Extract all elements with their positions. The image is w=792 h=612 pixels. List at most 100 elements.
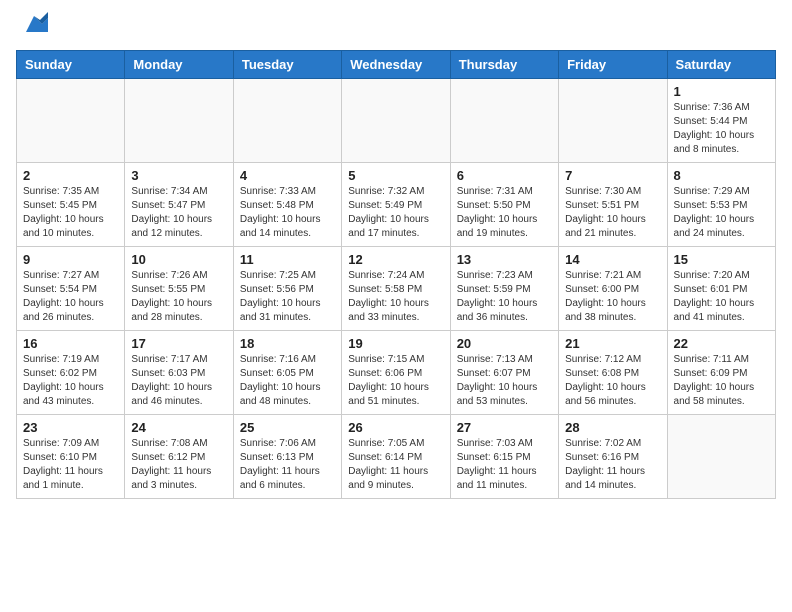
day-info: Sunrise: 7:20 AM Sunset: 6:01 PM Dayligh… — [674, 269, 769, 325]
calendar-day-2: 2Sunrise: 7:35 AM Sunset: 5:45 PM Daylig… — [17, 163, 125, 247]
day-number: 5 — [348, 168, 443, 183]
calendar-week-row: 1 Sunrise: 7:36 AM Sunset: 5:44 PM Daylig… — [17, 79, 776, 163]
calendar-day-18: 18Sunrise: 7:16 AM Sunset: 6:05 PM Dayli… — [233, 331, 341, 415]
day-number: 6 — [457, 168, 552, 183]
day-number: 3 — [131, 168, 226, 183]
weekday-header-wednesday: Wednesday — [342, 51, 450, 79]
day-number: 22 — [674, 336, 769, 351]
logo-icon — [20, 10, 48, 38]
day-number: 26 — [348, 420, 443, 435]
calendar-day-5: 5 Sunrise: 7:32 AM Sunset: 5:49 PM Daylig… — [342, 163, 450, 247]
calendar-week-row: 23 Sunrise: 7:09 AM Sunset: 6:10 PM Dayli… — [17, 415, 776, 499]
day-number: 25 — [240, 420, 335, 435]
day-info: Sunrise: 7:34 AM Sunset: 5:47 PM Dayligh… — [131, 185, 226, 241]
day-info: Sunrise: 7:27 AM Sunset: 5:54 PM Dayligh… — [23, 269, 118, 325]
day-number: 12 — [348, 252, 443, 267]
calendar-day-11: 11 Sunrise: 7:25 AM Sunset: 5:56 PM Dayli… — [233, 247, 341, 331]
day-number: 10 — [131, 252, 226, 267]
calendar-week-row: 2Sunrise: 7:35 AM Sunset: 5:45 PM Daylig… — [17, 163, 776, 247]
calendar-week-row: 9 Sunrise: 7:27 AM Sunset: 5:54 PM Daylig… — [17, 247, 776, 331]
day-number: 15 — [674, 252, 769, 267]
day-number: 28 — [565, 420, 660, 435]
day-info: Sunrise: 7:21 AM Sunset: 6:00 PM Dayligh… — [565, 269, 660, 325]
day-info: Sunrise: 7:19 AM Sunset: 6:02 PM Dayligh… — [23, 353, 118, 409]
day-number: 11 — [240, 252, 335, 267]
day-info: Sunrise: 7:25 AM Sunset: 5:56 PM Dayligh… — [240, 269, 335, 325]
calendar-day-9: 9 Sunrise: 7:27 AM Sunset: 5:54 PM Daylig… — [17, 247, 125, 331]
calendar-day-3: 3 Sunrise: 7:34 AM Sunset: 5:47 PM Daylig… — [125, 163, 233, 247]
calendar-day-20: 20 Sunrise: 7:13 AM Sunset: 6:07 PM Dayli… — [450, 331, 558, 415]
day-number: 24 — [131, 420, 226, 435]
calendar-day-16: 16 Sunrise: 7:19 AM Sunset: 6:02 PM Dayli… — [17, 331, 125, 415]
day-info: Sunrise: 7:09 AM Sunset: 6:10 PM Dayligh… — [23, 437, 118, 493]
calendar-day-1: 1 Sunrise: 7:36 AM Sunset: 5:44 PM Daylig… — [667, 79, 775, 163]
logo — [16, 16, 48, 38]
weekday-header-friday: Friday — [559, 51, 667, 79]
calendar-day-4: 4 Sunrise: 7:33 AM Sunset: 5:48 PM Daylig… — [233, 163, 341, 247]
weekday-header-tuesday: Tuesday — [233, 51, 341, 79]
day-info: Sunrise: 7:06 AM Sunset: 6:13 PM Dayligh… — [240, 437, 335, 493]
calendar-empty-cell — [450, 79, 558, 163]
day-info: Sunrise: 7:16 AM Sunset: 6:05 PM Dayligh… — [240, 353, 335, 409]
day-info: Sunrise: 7:24 AM Sunset: 5:58 PM Dayligh… — [348, 269, 443, 325]
day-number: 8 — [674, 168, 769, 183]
calendar-day-8: 8 Sunrise: 7:29 AM Sunset: 5:53 PM Daylig… — [667, 163, 775, 247]
calendar-empty-cell — [559, 79, 667, 163]
day-info: Sunrise: 7:31 AM Sunset: 5:50 PM Dayligh… — [457, 185, 552, 241]
calendar-day-6: 6 Sunrise: 7:31 AM Sunset: 5:50 PM Daylig… — [450, 163, 558, 247]
day-number: 16 — [23, 336, 118, 351]
day-info: Sunrise: 7:29 AM Sunset: 5:53 PM Dayligh… — [674, 185, 769, 241]
calendar-day-24: 24 Sunrise: 7:08 AM Sunset: 6:12 PM Dayli… — [125, 415, 233, 499]
day-info: Sunrise: 7:33 AM Sunset: 5:48 PM Dayligh… — [240, 185, 335, 241]
day-number: 14 — [565, 252, 660, 267]
day-number: 4 — [240, 168, 335, 183]
weekday-header-row: SundayMondayTuesdayWednesdayThursdayFrid… — [17, 51, 776, 79]
calendar-empty-cell — [17, 79, 125, 163]
weekday-header-thursday: Thursday — [450, 51, 558, 79]
calendar-day-10: 10 Sunrise: 7:26 AM Sunset: 5:55 PM Dayli… — [125, 247, 233, 331]
weekday-header-saturday: Saturday — [667, 51, 775, 79]
calendar-day-21: 21 Sunrise: 7:12 AM Sunset: 6:08 PM Dayli… — [559, 331, 667, 415]
day-number: 7 — [565, 168, 660, 183]
day-info: Sunrise: 7:15 AM Sunset: 6:06 PM Dayligh… — [348, 353, 443, 409]
calendar-day-7: 7 Sunrise: 7:30 AM Sunset: 5:51 PM Daylig… — [559, 163, 667, 247]
weekday-header-sunday: Sunday — [17, 51, 125, 79]
calendar-empty-cell — [125, 79, 233, 163]
day-info: Sunrise: 7:30 AM Sunset: 5:51 PM Dayligh… — [565, 185, 660, 241]
day-info: Sunrise: 7:12 AM Sunset: 6:08 PM Dayligh… — [565, 353, 660, 409]
calendar-day-15: 15 Sunrise: 7:20 AM Sunset: 6:01 PM Dayli… — [667, 247, 775, 331]
calendar-day-13: 13Sunrise: 7:23 AM Sunset: 5:59 PM Dayli… — [450, 247, 558, 331]
day-info: Sunrise: 7:36 AM Sunset: 5:44 PM Dayligh… — [674, 101, 769, 157]
day-number: 19 — [348, 336, 443, 351]
calendar-day-14: 14 Sunrise: 7:21 AM Sunset: 6:00 PM Dayli… — [559, 247, 667, 331]
calendar-empty-cell — [233, 79, 341, 163]
calendar-day-23: 23 Sunrise: 7:09 AM Sunset: 6:10 PM Dayli… — [17, 415, 125, 499]
calendar-day-19: 19 Sunrise: 7:15 AM Sunset: 6:06 PM Dayli… — [342, 331, 450, 415]
day-number: 9 — [23, 252, 118, 267]
day-info: Sunrise: 7:35 AM Sunset: 5:45 PM Dayligh… — [23, 185, 118, 241]
day-number: 27 — [457, 420, 552, 435]
page-header — [16, 16, 776, 38]
day-number: 21 — [565, 336, 660, 351]
day-info: Sunrise: 7:08 AM Sunset: 6:12 PM Dayligh… — [131, 437, 226, 493]
day-info: Sunrise: 7:32 AM Sunset: 5:49 PM Dayligh… — [348, 185, 443, 241]
calendar-day-27: 27 Sunrise: 7:03 AM Sunset: 6:15 PM Dayli… — [450, 415, 558, 499]
day-info: Sunrise: 7:05 AM Sunset: 6:14 PM Dayligh… — [348, 437, 443, 493]
calendar-day-17: 17Sunrise: 7:17 AM Sunset: 6:03 PM Dayli… — [125, 331, 233, 415]
day-info: Sunrise: 7:26 AM Sunset: 5:55 PM Dayligh… — [131, 269, 226, 325]
calendar-day-25: 25 Sunrise: 7:06 AM Sunset: 6:13 PM Dayli… — [233, 415, 341, 499]
calendar-day-26: 26 Sunrise: 7:05 AM Sunset: 6:14 PM Dayli… — [342, 415, 450, 499]
day-number: 23 — [23, 420, 118, 435]
day-number: 20 — [457, 336, 552, 351]
day-info: Sunrise: 7:03 AM Sunset: 6:15 PM Dayligh… — [457, 437, 552, 493]
calendar-week-row: 16 Sunrise: 7:19 AM Sunset: 6:02 PM Dayli… — [17, 331, 776, 415]
day-number: 17 — [131, 336, 226, 351]
calendar-empty-cell — [342, 79, 450, 163]
calendar-empty-cell — [667, 415, 775, 499]
day-info: Sunrise: 7:23 AM Sunset: 5:59 PM Dayligh… — [457, 269, 552, 325]
day-info: Sunrise: 7:02 AM Sunset: 6:16 PM Dayligh… — [565, 437, 660, 493]
calendar-table: SundayMondayTuesdayWednesdayThursdayFrid… — [16, 50, 776, 499]
calendar-day-22: 22Sunrise: 7:11 AM Sunset: 6:09 PM Dayli… — [667, 331, 775, 415]
day-info: Sunrise: 7:13 AM Sunset: 6:07 PM Dayligh… — [457, 353, 552, 409]
day-number: 1 — [674, 84, 769, 99]
